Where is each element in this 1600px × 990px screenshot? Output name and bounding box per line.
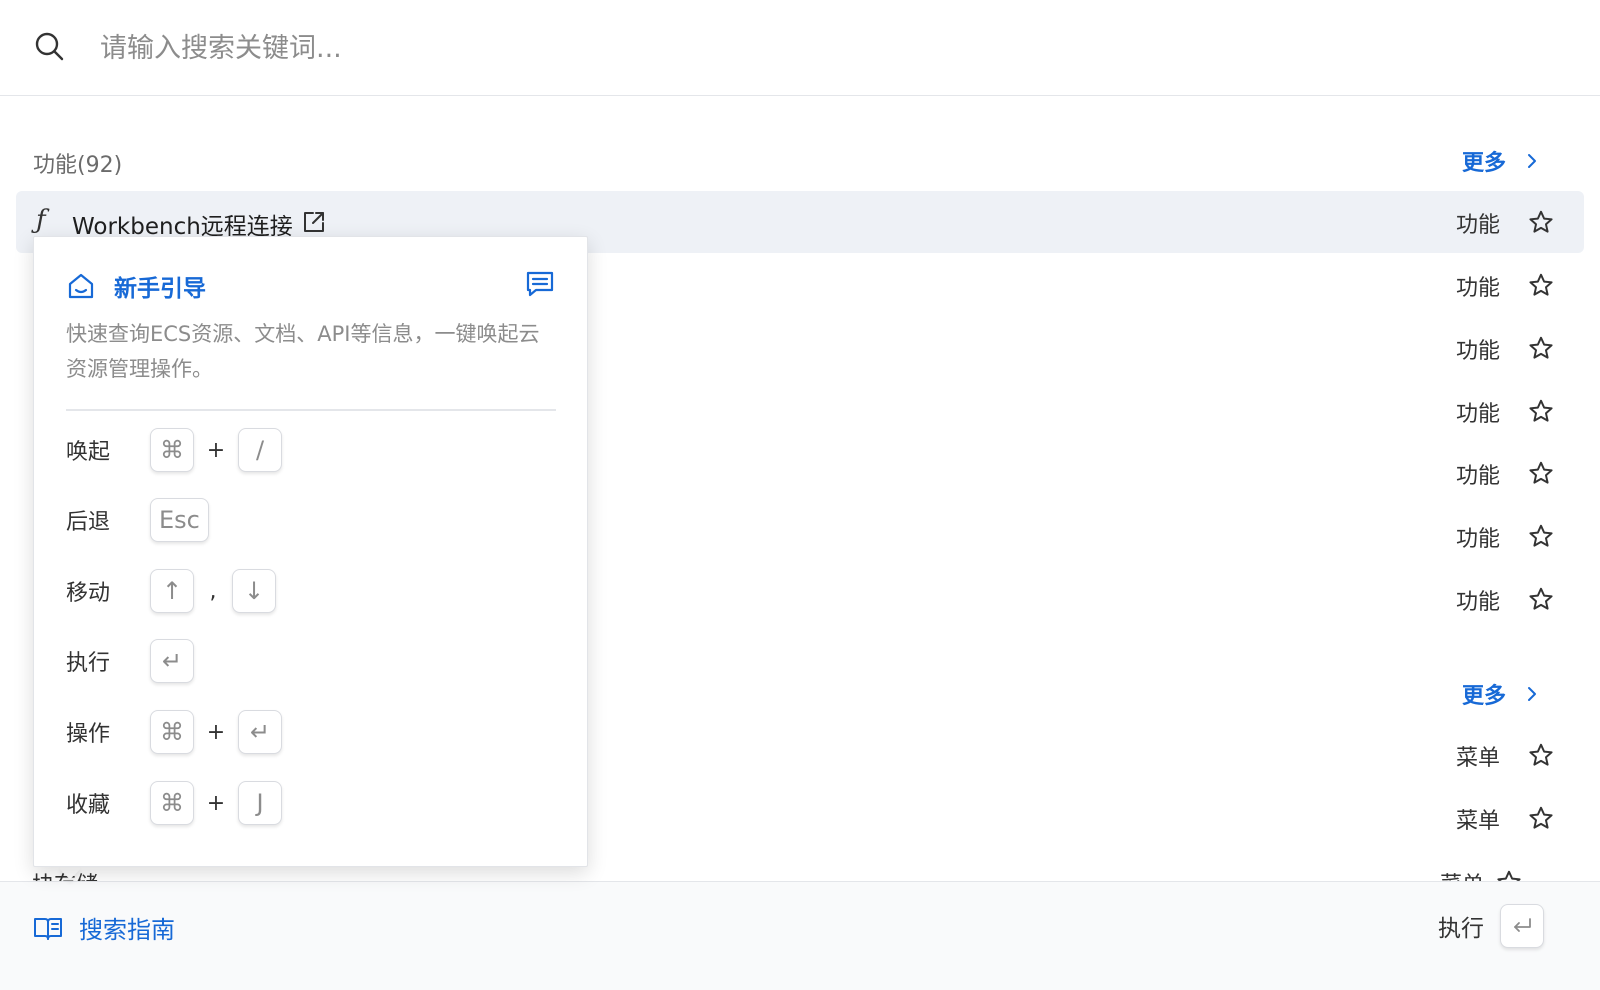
key-cap: / [238,428,282,472]
key-separator: , [209,578,217,604]
list-item-type: 功能 [1455,590,1500,615]
shortcut-label: 移动 [66,581,111,606]
key-cap: ⌘ [150,781,194,825]
shortcut-row: 唤起 ⌘ + / [66,427,556,473]
star-outline-icon[interactable] [1528,586,1554,612]
key-cap: ↵ [150,639,194,683]
star-outline-icon[interactable] [1528,335,1554,361]
function-icon: ƒ [36,205,46,235]
chevron-right-icon [1528,687,1536,701]
shortcut-label: 唤起 [66,440,111,465]
shortcut-row: 收藏 ⌘ + J [66,780,556,826]
list-item-type: 功能 [1455,402,1500,427]
shortcut-label: 后退 [66,510,111,535]
key-cap: ⌘ [150,710,194,754]
list-item-type: 功能 [1455,213,1500,238]
shortcut-label: 操作 [66,722,111,747]
key-cap: Esc [150,498,209,542]
search-icon [35,32,64,61]
book-icon [34,917,62,940]
list-item-type: 菜单 [1440,867,1484,881]
star-outline-icon[interactable] [1528,272,1554,298]
key-separator: + [206,790,226,816]
key-separator: + [206,437,226,463]
key-cap: ⌘ [150,428,194,472]
key-separator: + [206,719,226,745]
footer-bar: 搜索指南 执行 [0,881,1600,990]
more-link-functions[interactable]: 更多 [1462,145,1540,177]
more-link-menus[interactable]: 更多 [1462,678,1540,710]
shortcut-row: 后退 Esc [66,497,556,543]
shortcut-row: 操作 ⌘ + ↵ [66,709,556,755]
enter-key-icon[interactable] [1500,904,1544,948]
external-link-icon[interactable] [302,210,326,234]
key-cap: ↵ [238,710,282,754]
star-outline-icon[interactable] [1528,523,1554,549]
onboarding-popover: 新手引导 快速查询ECS资源、文档、API等信息，一键唤起云资源管理操作。 唤起… [33,236,588,867]
star-outline-icon[interactable] [1528,742,1554,768]
message-icon[interactable] [525,269,555,299]
key-cap: J [238,781,282,825]
list-item-type: 功能 [1455,527,1500,552]
list-item-type: 功能 [1455,339,1500,364]
key-cap: ↓ [232,569,276,613]
star-outline-icon[interactable] [1496,869,1522,881]
star-outline-icon[interactable] [1528,460,1554,486]
shortcut-row: 执行 ↵ [66,638,556,684]
search-input[interactable] [100,24,1540,72]
popover-header: 新手引导 [66,269,206,303]
list-item-type: 菜单 [1455,746,1500,771]
execute-label: 执行 [1438,916,1484,942]
shortcut-label: 收藏 [66,793,111,818]
shortcut-label: 执行 [66,651,111,676]
group-title: 功能(92) [33,153,123,178]
star-outline-icon[interactable] [1528,805,1554,831]
group-header-functions: 功能(92) 更多 [0,141,1600,181]
search-guide-link[interactable]: 搜索指南 [33,910,175,945]
key-cap: ↑ [150,569,194,613]
divider [66,409,556,411]
chevron-right-icon [1528,154,1536,168]
list-item-type: 菜单 [1455,809,1500,834]
list-item-type: 功能 [1455,464,1500,489]
home-icon [68,273,94,299]
star-outline-icon[interactable] [1528,398,1554,424]
search-guide-label: 搜索指南 [79,916,175,944]
search-bar [0,0,1600,96]
list-item-type: 功能 [1455,276,1500,301]
star-outline-icon[interactable] [1528,209,1554,235]
more-link-label: 更多 [1461,684,1506,709]
popover-title: 新手引导 [114,276,206,302]
more-link-label: 更多 [1461,151,1506,176]
popover-description: 快速查询ECS资源、文档、API等信息，一键唤起云资源管理操作。 [66,322,540,381]
execute-hint: 执行 [1438,904,1544,948]
shortcut-row: 移动 ↑ , ↓ [66,568,556,614]
